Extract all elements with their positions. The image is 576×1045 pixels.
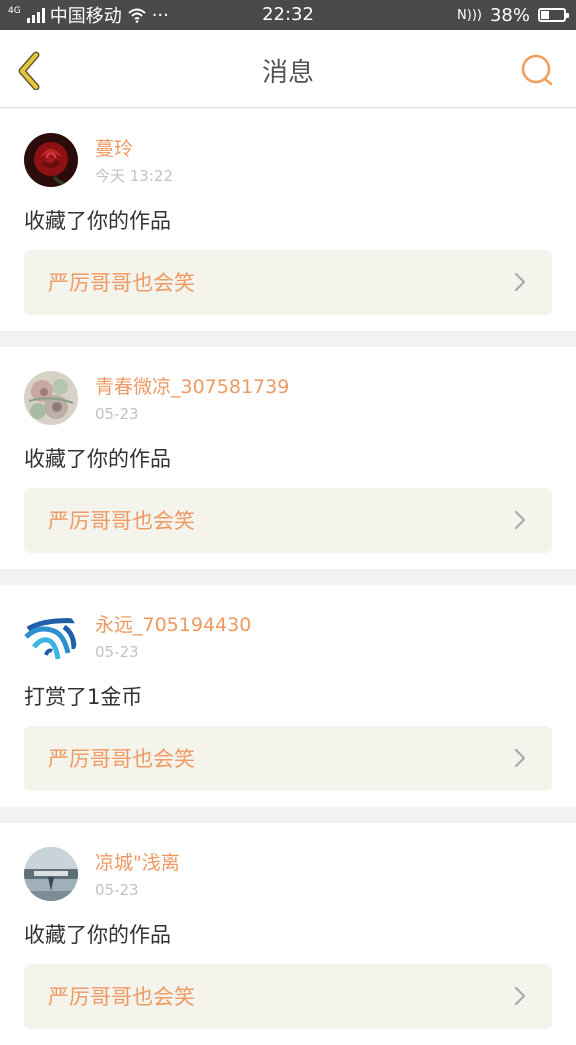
chevron-right-icon [514,986,526,1006]
blue-waves-avatar [24,609,78,663]
battery-icon [538,8,569,22]
status-bar: 4G 中国移动 ··· 22:32 N))) 38% [0,0,576,30]
message-text: 收藏了你的作品 [24,209,171,233]
chevron-right-icon [514,748,526,768]
work-link[interactable]: 严厉哥哥也会笑 [24,726,552,791]
message-time: 05-23 [95,643,139,661]
rose-avatar [24,133,78,187]
username[interactable]: 永远_705194430 [95,613,251,637]
user-avatar[interactable] [24,371,78,425]
username[interactable]: 青春微凉_307581739 [95,375,289,399]
work-title: 严厉哥哥也会笑 [48,271,195,295]
work-title: 严厉哥哥也会笑 [48,747,195,771]
work-link[interactable]: 严厉哥哥也会笑 [24,250,552,315]
message-text: 收藏了你的作品 [24,923,171,947]
photo-avatar [24,847,78,901]
message-time: 05-23 [95,881,139,899]
nfc-icon: N))) [457,7,482,23]
page-title: 消息 [261,58,314,88]
floral-avatar [24,371,78,425]
status-right: N))) 38% [457,4,569,26]
work-title: 严厉哥哥也会笑 [48,509,195,533]
message-card[interactable]: 永远_705194430 05-23 打赏了1金币 严厉哥哥也会笑 [0,585,576,807]
chevron-right-icon [514,510,526,530]
nav-bar: 消息 [0,30,576,108]
work-link[interactable]: 严厉哥哥也会笑 [24,488,552,553]
work-link[interactable]: 严厉哥哥也会笑 [24,964,552,1029]
message-time: 今天 13:22 [95,167,173,185]
chevron-right-icon [514,272,526,292]
battery-percent: 38% [489,4,530,26]
message-card[interactable]: 凉城"浅离 05-23 收藏了你的作品 严厉哥哥也会笑 [0,823,576,1045]
message-card[interactable]: 蔓玲 今天 13:22 收藏了你的作品 严厉哥哥也会笑 [0,109,576,331]
search-button[interactable] [518,52,556,90]
work-title: 严厉哥哥也会笑 [48,985,195,1009]
message-time: 05-23 [95,405,139,423]
username[interactable]: 凉城"浅离 [95,851,180,875]
battery-level [541,11,549,19]
search-icon [521,54,553,86]
user-avatar[interactable] [24,847,78,901]
user-avatar[interactable] [24,133,78,187]
nfc-label: N [457,7,467,23]
message-card[interactable]: 青春微凉_307581739 05-23 收藏了你的作品 严厉哥哥也会笑 [0,347,576,569]
message-text: 打赏了1金币 [24,685,143,709]
message-text: 收藏了你的作品 [24,447,171,471]
username[interactable]: 蔓玲 [95,137,133,161]
user-avatar[interactable] [24,609,78,663]
